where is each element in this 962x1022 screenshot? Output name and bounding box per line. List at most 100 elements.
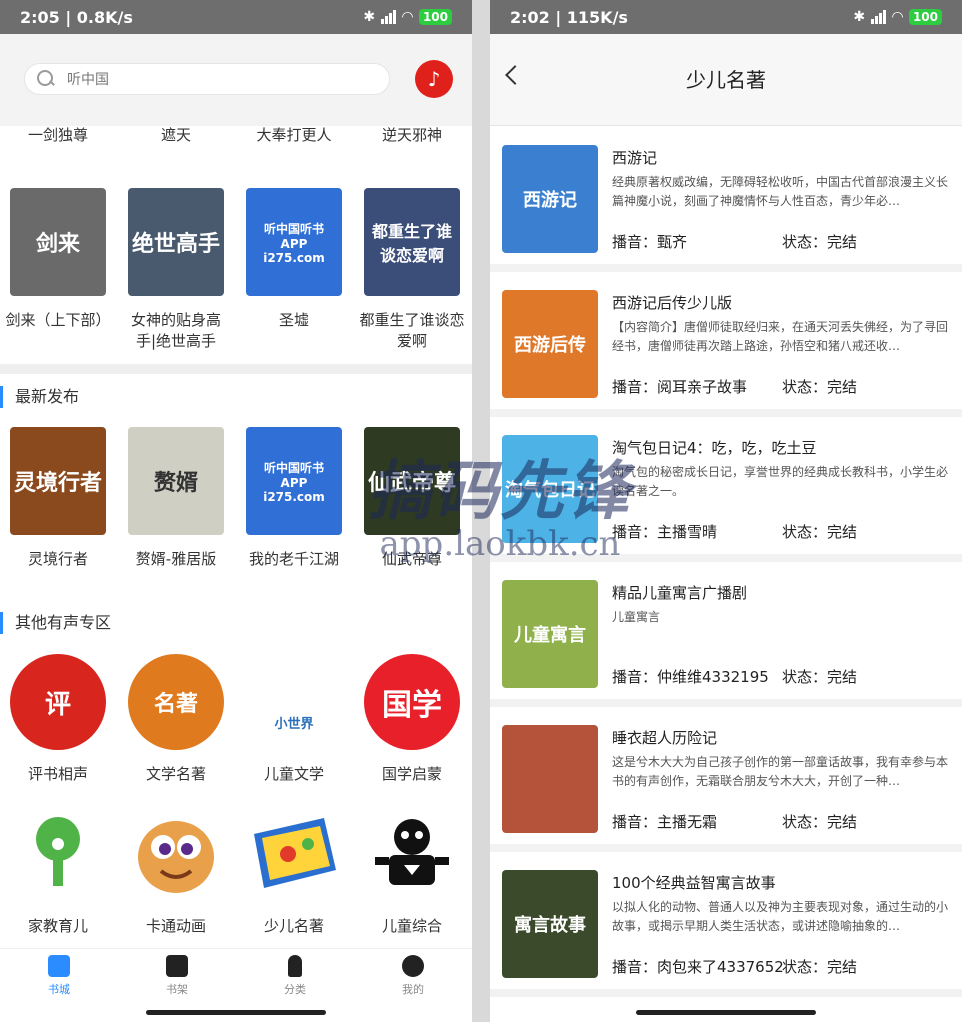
list-item[interactable]: 儿童寓言 精品儿童寓言广播剧 儿童寓言 播音：仲维维4332195 状态：完结 bbox=[490, 562, 962, 707]
book-cover: 赘婿 bbox=[128, 427, 224, 535]
book-title: 圣墟 bbox=[278, 311, 309, 329]
book-state: 状态：完结 bbox=[782, 378, 858, 396]
profile-icon bbox=[402, 955, 424, 977]
book-name: 睡衣超人历险记 bbox=[612, 729, 718, 747]
page-header: 少儿名著 bbox=[490, 34, 962, 126]
tab-label: 书城 bbox=[48, 983, 70, 996]
music-note-icon[interactable]: ♪ bbox=[415, 60, 453, 98]
icon-text: 评 bbox=[44, 689, 71, 720]
tab-bookshelf[interactable]: 书架 bbox=[118, 955, 236, 997]
category-card[interactable]: 名著 文学名著 bbox=[121, 654, 231, 785]
fan-icon: 评 bbox=[10, 654, 106, 750]
home-indicator bbox=[146, 1010, 326, 1015]
tab-bookstore[interactable]: 书城 bbox=[0, 955, 118, 997]
book-title: 女神的贴身高手|绝世高手 bbox=[130, 311, 221, 350]
category-card[interactable]: 儿童综合 bbox=[357, 806, 467, 937]
book-title: 剑来（上下部） bbox=[5, 311, 111, 329]
category-card[interactable]: 家教育儿 bbox=[3, 806, 113, 937]
divider bbox=[0, 364, 472, 374]
home-indicator bbox=[636, 1010, 816, 1015]
category-title: 国学启蒙 bbox=[381, 765, 442, 783]
category-card[interactable]: 评 评书相声 bbox=[3, 654, 113, 785]
section-title-other: 其他有声专区 bbox=[0, 612, 472, 634]
category-card[interactable]: 国学 国学启蒙 bbox=[357, 654, 467, 785]
book-title[interactable]: 逆天邪神 bbox=[357, 124, 467, 145]
book-cover: 仙武帝尊 bbox=[364, 427, 460, 535]
category-title: 评书相声 bbox=[27, 765, 88, 783]
book-card[interactable]: 剑来 剑来（上下部） bbox=[3, 188, 113, 331]
book-state: 状态：完结 bbox=[782, 668, 858, 686]
book-desc: 以拟人化的动物、普通人以及神为主要表现对象，通过生动的小故事，或揭示早期人类生活… bbox=[612, 900, 949, 933]
book-cover: 西游后传 bbox=[502, 290, 598, 398]
status-time: 2:05 bbox=[20, 7, 60, 27]
right-screen: 2:02 | 115K/s ✱ ◠ 100 少儿名著 西游记 西游记 经典原著权… bbox=[490, 0, 962, 1022]
book-anchor: 播音：主播无霜 bbox=[612, 813, 718, 831]
book-state: 状态：完结 bbox=[782, 523, 858, 541]
list-item[interactable]: 淘气包日记 淘气包日记4：吃，吃，吃土豆 淘气包的秘密成长日记，享誉世界的经典成… bbox=[490, 417, 962, 562]
category-title: 家教育儿 bbox=[27, 917, 88, 935]
book-cover bbox=[502, 725, 598, 833]
bookstore-icon bbox=[48, 955, 70, 977]
cover-text: 灵境行者 bbox=[13, 471, 102, 496]
book-desc: 【内容简介】唐僧师徒取经归来，在通天河丢失佛经，为了寻回经书，唐僧师徒再次踏上路… bbox=[612, 320, 949, 353]
wifi-icon: ◠ bbox=[892, 9, 903, 25]
tree-icon bbox=[10, 806, 106, 902]
search-input[interactable]: 听中国 bbox=[24, 63, 390, 95]
book-card[interactable]: 听中国听书 APP i275.com 圣墟 bbox=[239, 188, 349, 331]
wifi-icon: ◠ bbox=[402, 9, 413, 25]
book-title: 赘婿-雅居版 bbox=[135, 550, 217, 568]
status-speed: 0.8K/s bbox=[76, 7, 133, 27]
book-card[interactable]: 听中国听书 APP i275.com 我的老千江湖 bbox=[239, 427, 349, 570]
book-title: 仙武帝尊 bbox=[381, 550, 442, 568]
list-item[interactable]: 西游后传 西游记后传少儿版 【内容简介】唐僧师徒取经归来，在通天河丢失佛经，为了… bbox=[490, 272, 962, 417]
book-title: 我的老千江湖 bbox=[248, 550, 339, 568]
book-card[interactable]: 绝世高手 女神的贴身高手|绝世高手 bbox=[121, 188, 231, 352]
book-cover: 听中国听书 APP i275.com bbox=[246, 188, 342, 296]
book-desc: 儿童寓言 bbox=[612, 610, 661, 624]
book-card[interactable]: 灵境行者 灵境行者 bbox=[3, 427, 113, 570]
book-title[interactable]: 遮天 bbox=[121, 124, 231, 145]
category-card[interactable]: 少儿名著 bbox=[239, 806, 349, 937]
bookshelf-icon bbox=[166, 955, 188, 977]
book-cover: 绝世高手 bbox=[128, 188, 224, 296]
book-state: 状态：完结 bbox=[782, 958, 858, 976]
tab-label: 我的 bbox=[402, 983, 424, 996]
status-bar: 2:02 | 115K/s ✱ ◠ 100 bbox=[490, 0, 962, 34]
cover-text: 仙武帝尊 bbox=[367, 471, 456, 496]
category-title: 少儿名著 bbox=[263, 917, 324, 935]
signal-icon bbox=[871, 10, 887, 24]
book-title[interactable]: 一剑独尊 bbox=[3, 124, 113, 145]
status-speed: 115K/s bbox=[566, 7, 628, 27]
tab-category[interactable]: 分类 bbox=[236, 955, 354, 997]
cover-text: 西游记 bbox=[523, 190, 577, 211]
book-card[interactable]: 赘婿 赘婿-雅居版 bbox=[121, 427, 231, 570]
section-title-latest: 最新发布 bbox=[0, 386, 472, 408]
book-card[interactable]: 都重生了谁谈恋爱啊 都重生了谁谈恋爱啊 bbox=[357, 188, 467, 352]
book-card[interactable]: 仙武帝尊 仙武帝尊 bbox=[357, 427, 467, 570]
category-card[interactable]: 卡通动画 bbox=[121, 806, 231, 937]
search-icon bbox=[37, 70, 55, 88]
category-title: 文学名著 bbox=[145, 765, 206, 783]
book-title[interactable]: 大奉打更人 bbox=[239, 124, 349, 145]
battery-icon: 100 bbox=[908, 9, 942, 25]
tab-profile[interactable]: 我的 bbox=[354, 955, 472, 997]
search-placeholder: 听中国 bbox=[67, 72, 109, 88]
category-title: 儿童综合 bbox=[381, 917, 442, 935]
book-title: 都重生了谁谈恋爱啊 bbox=[359, 311, 465, 350]
book-title: 灵境行者 bbox=[27, 550, 88, 568]
list-item[interactable]: 西游记 西游记 经典原著权威改编，无障碍轻松收听，中国古代首部浪漫主义长篇神魔小… bbox=[490, 127, 962, 272]
book-state: 状态：完结 bbox=[782, 813, 858, 831]
category-card[interactable]: 小世界 儿童文学 bbox=[239, 654, 349, 785]
book-cover: 寓言故事 bbox=[502, 870, 598, 978]
list-item[interactable]: 睡衣超人历险记 这是兮木大大为自己孩子创作的第一部童话故事，我有幸参与本书的有声… bbox=[490, 707, 962, 852]
cover-text: 都重生了谁谈恋爱啊 bbox=[371, 222, 452, 265]
book-cover: 西游记 bbox=[502, 145, 598, 253]
icon-text: 小世界 bbox=[274, 717, 314, 732]
book-state: 状态：完结 bbox=[782, 233, 858, 251]
page-title: 少儿名著 bbox=[686, 68, 766, 92]
category-title: 卡通动画 bbox=[145, 917, 206, 935]
bluetooth-icon: ✱ bbox=[853, 9, 866, 25]
book-cover: 儿童寓言 bbox=[502, 580, 598, 688]
cover-text: 赘婿 bbox=[153, 471, 198, 496]
list-item[interactable]: 寓言故事 100个经典益智寓言故事 以拟人化的动物、普通人以及神为主要表现对象，… bbox=[490, 852, 962, 997]
